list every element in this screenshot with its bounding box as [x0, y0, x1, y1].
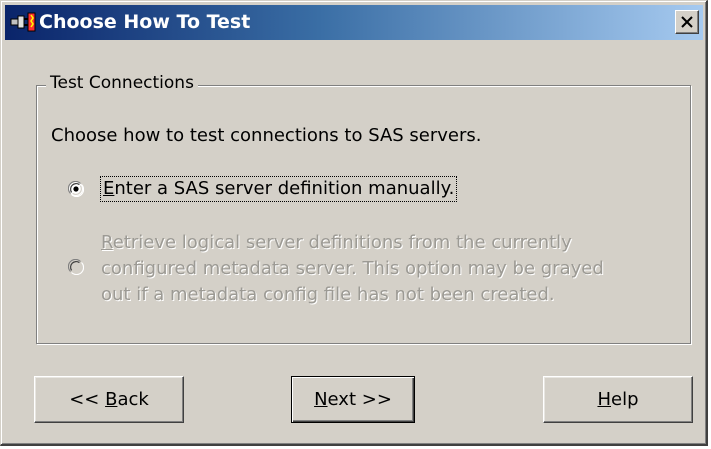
- option-manual-mnemonic: E: [103, 178, 115, 199]
- radio-metadata-disabled: [67, 258, 85, 276]
- help-button-mnemonic: H: [597, 389, 612, 410]
- groupbox-legend: Test Connections: [46, 73, 198, 93]
- option-metadata-line2: configured metadata server. This option …: [101, 258, 604, 279]
- close-button[interactable]: [675, 10, 699, 34]
- option-manual-text: nter a SAS server definition manually.: [114, 178, 455, 199]
- radio-manual-selected[interactable]: [67, 180, 85, 198]
- dialog-window: Choose How To Test Test Connections Choo…: [0, 0, 708, 446]
- back-button-rest: ack: [117, 389, 149, 410]
- back-button[interactable]: << Back: [34, 376, 184, 423]
- instruction-text: Choose how to test connections to SAS se…: [51, 125, 482, 146]
- option-metadata-label: Retrieve logical server definitions from…: [101, 231, 572, 255]
- option-metadata-mnemonic: R: [101, 232, 113, 253]
- window-title: Choose How To Test: [39, 11, 251, 33]
- close-icon: [681, 16, 693, 28]
- back-button-prefix: <<: [69, 389, 106, 410]
- back-button-mnemonic: B: [105, 389, 118, 410]
- title-bar[interactable]: Choose How To Test: [5, 5, 703, 40]
- next-button-rest: ext >>: [327, 389, 392, 410]
- plug-icon: [9, 10, 37, 34]
- help-button[interactable]: Help: [543, 376, 693, 423]
- option-metadata-line1: etrieve logical server definitions from …: [112, 232, 572, 253]
- next-button-mnemonic: N: [314, 389, 328, 410]
- option-manual-label[interactable]: Enter a SAS server definition manually.: [99, 176, 458, 202]
- next-button[interactable]: Next >>: [291, 376, 415, 423]
- option-metadata-line3: out if a metadata config file has not be…: [101, 284, 555, 305]
- help-button-rest: elp: [611, 389, 639, 410]
